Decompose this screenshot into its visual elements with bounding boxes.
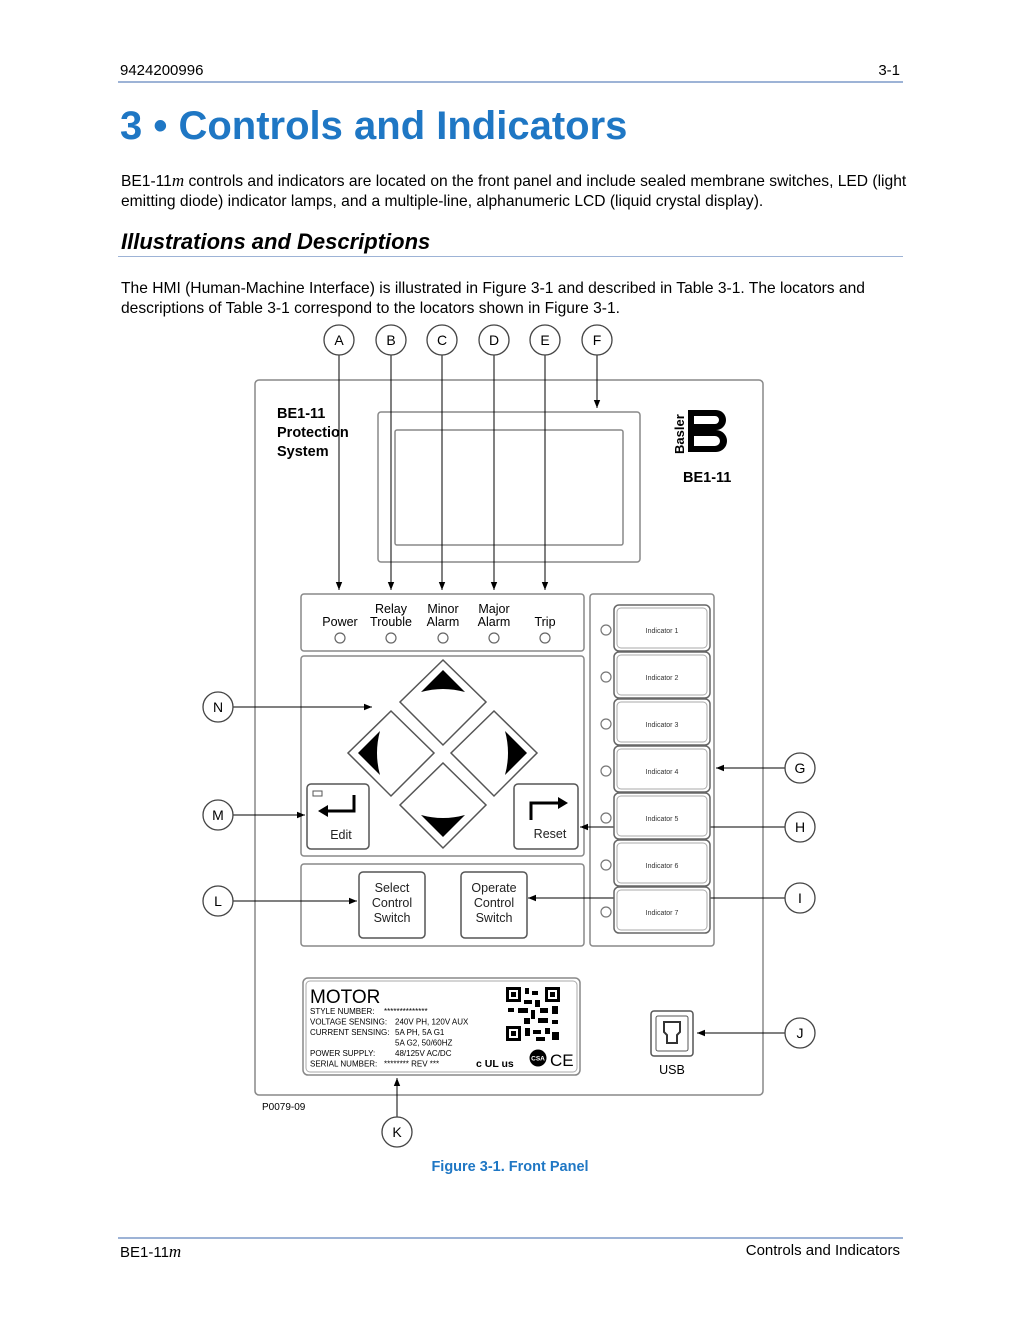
operate-switch-label: Switch — [476, 911, 513, 925]
callout-label: H — [795, 819, 805, 835]
callout-label: K — [392, 1124, 402, 1140]
plate-field-value: 5A G2, 50/60HZ — [395, 1039, 452, 1048]
led-label: Alarm — [478, 615, 511, 629]
indicator-led — [600, 671, 612, 683]
certification-marks: c UL us CSA CE — [476, 1049, 574, 1070]
indicator-label: Indicator 5 — [646, 816, 679, 823]
plate-title: MOTOR — [310, 987, 380, 1008]
panel-title-line: BE1-11 — [277, 406, 325, 422]
reset-label: Reset — [534, 827, 567, 841]
callout-label: N — [213, 699, 223, 715]
basler-logo: Basler — [672, 410, 727, 454]
indicator-led — [600, 765, 612, 777]
plate-field-label: CURRENT SENSING: — [310, 1028, 389, 1037]
led-label: Trip — [534, 615, 555, 629]
indicator-led — [600, 859, 612, 871]
panel-title-line: System — [277, 444, 329, 460]
usb-icon — [663, 1021, 681, 1044]
led-indicator — [385, 632, 397, 644]
indicator-label: Indicator 1 — [646, 628, 679, 635]
edit-label: Edit — [330, 828, 352, 842]
callout-label: G — [795, 760, 806, 776]
led-label: Power — [322, 615, 357, 629]
plate-field-label: VOLTAGE SENSING: — [310, 1018, 387, 1027]
usb-label: USB — [659, 1063, 685, 1077]
footer-product-name: BE1-11 — [120, 1244, 169, 1261]
indicator-label: Indicator 3 — [646, 722, 679, 729]
drawing-id: P0079-09 — [262, 1102, 306, 1113]
indicator-led — [600, 624, 612, 636]
plate-field-label: SERIAL NUMBER: — [310, 1060, 377, 1069]
ce-mark: CE — [550, 1051, 574, 1070]
control-switch-panel — [300, 863, 585, 947]
footer-section: Controls and Indicators — [745, 1242, 900, 1259]
plate-field-value: ************** — [384, 1007, 428, 1016]
lcd-bezel — [377, 411, 641, 563]
indicator-label: Indicator 2 — [646, 675, 679, 682]
plate-field-label: STYLE NUMBER: — [310, 1007, 374, 1016]
indicator-led — [600, 906, 612, 918]
ul-mark: c UL us — [476, 1058, 514, 1070]
select-switch-label: Switch — [374, 911, 411, 925]
plate-field-value: 5A PH, 5A G1 — [395, 1028, 445, 1037]
brand-text: Basler — [672, 414, 687, 454]
plate-field-value: 240V PH, 120V AUX — [395, 1018, 469, 1027]
callout-label: E — [540, 332, 549, 348]
led-label: Major — [478, 602, 509, 616]
footer-product-suffix: m — [168, 1242, 182, 1261]
led-label: Alarm — [427, 615, 460, 629]
select-switch-label: Control — [372, 896, 412, 910]
callout-label: M — [212, 807, 224, 823]
callout-label: B — [386, 332, 395, 348]
indicator-label: Indicator 6 — [646, 863, 679, 870]
indicator-led — [600, 812, 612, 824]
model-label: BE1-11 — [683, 470, 731, 486]
led-label: Trouble — [370, 615, 412, 629]
led-indicator — [539, 632, 551, 644]
led-indicator — [488, 632, 500, 644]
style-label-plate: MOTOR STYLE NUMBER: ************** VOLTAGE… — [302, 977, 581, 1076]
led-label: Relay — [375, 602, 408, 616]
qr-code — [506, 987, 560, 1041]
callout-label: F — [593, 332, 602, 348]
plate-field-value: 48/125V AC/DC — [395, 1049, 452, 1058]
callout-label: C — [437, 332, 447, 348]
footer-product: BE1-11m — [120, 1242, 181, 1262]
front-panel-figure: BE1-11 Protection System Basler BE1-11 P… — [202, 324, 816, 1148]
callout-label: A — [334, 332, 344, 348]
indicator-label: Indicator 7 — [646, 910, 679, 917]
operate-switch-label: Control — [474, 896, 514, 910]
callout-label: I — [798, 890, 802, 906]
indicator-led — [600, 718, 612, 730]
usb-port[interactable] — [650, 1010, 694, 1057]
callout-label: L — [214, 893, 222, 909]
plate-field-value: ******** REV *** — [384, 1060, 439, 1069]
panel-title-line: Protection — [277, 425, 349, 441]
footer-rule — [118, 1237, 903, 1239]
lcd-display — [394, 429, 624, 546]
callout-label: J — [797, 1025, 804, 1041]
indicator-label: Indicator 4 — [646, 769, 679, 776]
led-indicator — [437, 632, 449, 644]
callout-label: D — [489, 332, 499, 348]
led-indicator — [334, 632, 346, 644]
led-label: Minor — [427, 602, 458, 616]
operate-switch-label: Operate — [471, 881, 516, 895]
plate-field-label: POWER SUPPLY: — [310, 1049, 375, 1058]
csa-mark: CSA — [531, 1056, 545, 1063]
figure-caption: Figure 3-1. Front Panel — [431, 1159, 589, 1175]
select-switch-label: Select — [375, 881, 410, 895]
